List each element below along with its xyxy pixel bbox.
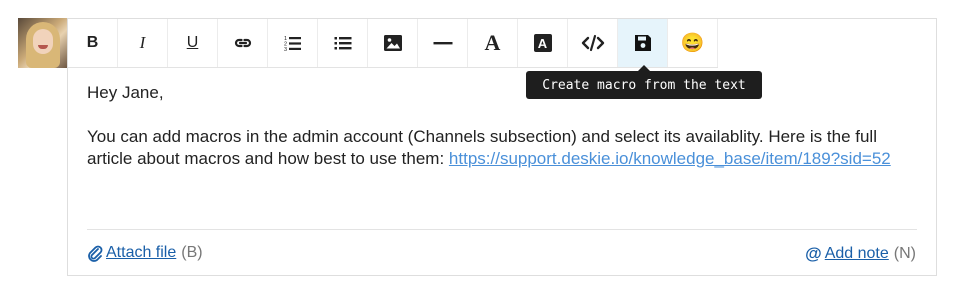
bold-icon: B [86,34,99,51]
code-icon [581,34,604,52]
highlight-icon: A [533,34,552,52]
ordered-list-button[interactable]: 1 2 3 [268,19,318,67]
add-note-control[interactable]: @ Add note (N) [805,244,916,264]
attach-file-control[interactable]: Attach file (B) [87,244,203,262]
link-button[interactable] [218,19,268,67]
attach-file-link[interactable]: Attach file [106,244,176,262]
avatar-face [33,29,53,54]
emoji-icon: 😄 [680,33,705,54]
underline-button[interactable]: U [168,19,218,67]
horizontal-rule-button[interactable] [418,19,468,67]
message-body[interactable]: Hey Jane, You can add macros in the admi… [87,82,917,170]
horizontal-rule-icon [433,42,452,45]
add-note-link[interactable]: Add note [825,245,889,263]
bullet-list-button[interactable] [318,19,368,67]
image-button[interactable] [368,19,418,67]
image-icon [383,35,402,51]
paperclip-icon [88,245,103,262]
italic-button[interactable]: I [118,19,168,67]
save-macro-button[interactable] [618,19,668,67]
svg-text:3: 3 [284,47,287,53]
at-icon: @ [805,244,822,263]
avatar [18,18,68,68]
link-icon [234,38,251,48]
emoji-button[interactable]: 😄 [668,19,718,67]
footer-divider [87,229,917,230]
add-note-shortcut: (N) [893,245,916,262]
ordered-list-icon: 1 2 3 [284,36,301,53]
editor-toolbar: B I U 1 2 3 A A 😄 [68,19,718,68]
message-paragraph: You can add macros in the admin account … [87,126,917,170]
underline-icon: U [186,34,199,51]
font-icon: A [484,30,501,55]
italic-icon: I [139,33,146,52]
bold-button[interactable]: B [68,19,118,67]
attach-file-shortcut: (B) [181,244,203,261]
greeting-text: Hey Jane, [87,83,164,102]
bullet-list-icon [334,37,351,50]
font-button[interactable]: A [468,19,518,67]
highlight-button[interactable]: A [518,19,568,67]
code-button[interactable] [568,19,618,67]
save-icon [634,35,651,51]
knowledge-base-link[interactable]: https://support.deskie.io/knowledge_base… [449,149,891,168]
